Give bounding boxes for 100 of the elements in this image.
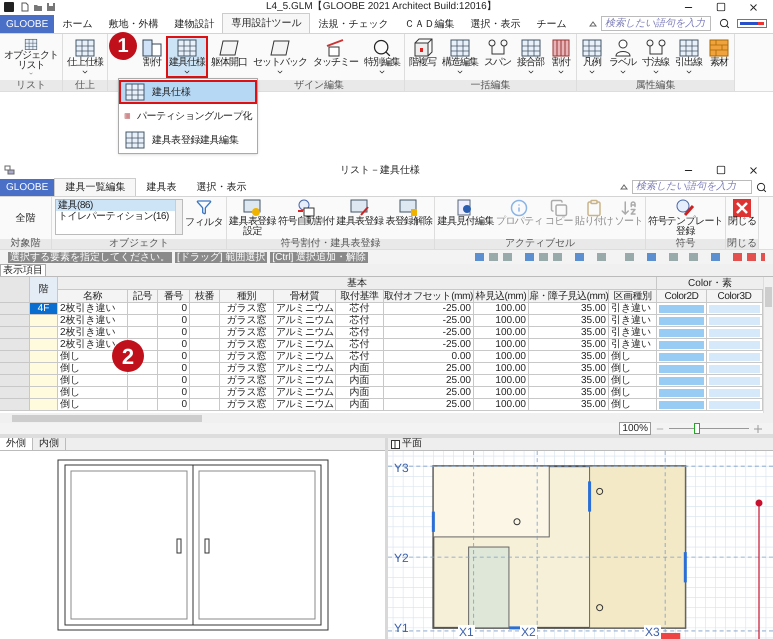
object-list-item[interactable]: トイレパーティション(16) [56, 211, 175, 222]
ribbon-button[interactable]: 表登録解除 [384, 199, 434, 227]
row-header[interactable] [0, 303, 30, 315]
object-list[interactable]: 建具(86) トイレパーティション(16) [55, 199, 183, 235]
ribbon-button[interactable]: 階複写 [406, 36, 439, 78]
row-header[interactable] [0, 315, 30, 327]
ribbon-button[interactable]: 凡例 [578, 36, 606, 78]
ribbon-button[interactable]: タッチミー [310, 36, 361, 78]
row-header[interactable] [0, 399, 30, 411]
color-swatch[interactable] [709, 377, 760, 385]
color-swatch[interactable] [659, 317, 704, 325]
maximize-icon[interactable] [716, 2, 726, 12]
row-header[interactable] [0, 363, 30, 375]
search-icon[interactable] [719, 18, 730, 29]
ribbon-button[interactable]: 構造編集 [439, 36, 481, 78]
row-header[interactable] [0, 387, 30, 399]
color-swatch[interactable] [659, 389, 704, 397]
folder-icon[interactable] [33, 2, 43, 12]
ribbon-button[interactable]: オブジェクト リスト [1, 36, 61, 78]
ribbon-tab[interactable]: ホーム [54, 15, 100, 33]
zoom-in-icon[interactable] [753, 424, 763, 434]
color-swatch[interactable] [659, 401, 704, 409]
scrollbar[interactable] [175, 200, 182, 234]
collapse-icon[interactable] [620, 184, 628, 190]
floor-cell[interactable] [30, 375, 58, 387]
maximize-icon[interactable] [716, 164, 726, 174]
row-header[interactable] [0, 375, 30, 387]
app-logo-icon[interactable] [4, 2, 14, 12]
color-swatch[interactable] [709, 365, 760, 373]
slider-thumb[interactable] [694, 423, 700, 434]
floor-cell[interactable] [30, 351, 58, 363]
row-header[interactable] [0, 351, 30, 363]
floor-cell[interactable] [30, 387, 58, 399]
view-tab[interactable]: 平面 [402, 438, 422, 450]
color-swatch[interactable] [709, 389, 760, 397]
ribbon-button[interactable]: 特別編集 [361, 36, 403, 78]
floor-cell[interactable] [30, 315, 58, 327]
view-tab[interactable]: 内側 [33, 438, 66, 450]
ribbon-button[interactable]: 建具表登録 設定 [228, 199, 278, 237]
floor-cell[interactable] [30, 399, 58, 411]
color-swatch[interactable] [709, 341, 760, 349]
zoom-slider[interactable] [669, 423, 749, 434]
ribbon-button[interactable]: 接合部 [514, 36, 547, 78]
app-tab[interactable]: GLOOBE [0, 179, 54, 196]
ribbon-button[interactable]: スパン [481, 36, 514, 78]
ribbon-tab[interactable]: 建具一覧編集 [54, 178, 136, 196]
floor-cell[interactable] [30, 339, 58, 351]
ribbon-button[interactable]: 建具見付編集 [436, 199, 495, 227]
collapse-icon[interactable] [589, 20, 597, 26]
close-icon[interactable] [748, 164, 759, 176]
search-field[interactable]: 検索したい語句を入力 [632, 180, 752, 194]
ribbon-tab[interactable]: 選択・表示 [462, 15, 528, 33]
filter-button[interactable]: フィルタ [185, 199, 223, 230]
ribbon-button[interactable]: 引出線 [672, 36, 705, 78]
color-swatch[interactable] [709, 317, 760, 325]
floor-value[interactable]: 全階 [16, 210, 36, 226]
color-swatch[interactable] [659, 353, 704, 361]
color-swatch[interactable] [709, 401, 760, 409]
close-icon[interactable] [748, 2, 759, 12]
vertical-scrollbar[interactable] [763, 277, 773, 413]
ribbon-button[interactable]: 閉じる [727, 199, 758, 227]
ribbon-tab[interactable]: 専用設計ツール [222, 13, 310, 33]
ribbon-button[interactable]: 仕上仕様 [64, 36, 106, 78]
color-swatch[interactable] [659, 305, 704, 313]
color-swatch[interactable] [709, 329, 760, 337]
color-swatch[interactable] [659, 365, 704, 373]
ribbon-button[interactable]: 建具表登録 [335, 199, 384, 227]
toolbar-icons-drawing[interactable] [475, 252, 765, 262]
ribbon-button[interactable]: 符号テンプレート 登録 [646, 199, 724, 237]
view-tab[interactable]: 外側 [0, 438, 33, 450]
floor-cell[interactable] [30, 327, 58, 339]
menu-item[interactable]: 建具仕様 [119, 80, 257, 104]
color-swatch[interactable] [659, 329, 704, 337]
ribbon-tab[interactable]: チーム [528, 15, 574, 33]
ribbon-tab[interactable]: 選択・表示 [186, 179, 256, 196]
color-swatch[interactable] [709, 305, 760, 313]
color-swatch[interactable] [709, 353, 760, 361]
floor-cell[interactable]: 4F [30, 303, 58, 315]
ribbon-tab[interactable]: 建物設計 [166, 15, 222, 33]
floor-cell[interactable] [30, 363, 58, 375]
ribbon-button[interactable]: 割付 [547, 36, 575, 78]
object-list-item[interactable]: 建具(86) [56, 200, 175, 211]
row-header[interactable] [0, 339, 30, 351]
ribbon-button[interactable]: 素材 [705, 36, 733, 78]
row-header[interactable] [0, 327, 30, 339]
color-swatch[interactable] [659, 377, 704, 385]
ribbon-tab[interactable]: 建具表 [136, 179, 186, 196]
ribbon-button[interactable]: 符号自動割付 [277, 199, 336, 227]
color-swatch[interactable] [659, 341, 704, 349]
ribbon-button[interactable]: ラベル [606, 36, 639, 78]
display-items-tab[interactable]: 表示項目 [0, 264, 46, 276]
ribbon-button[interactable]: セットバック [250, 36, 310, 78]
ribbon-button[interactable]: 躯体開口 [208, 36, 250, 78]
app-tab[interactable]: GLOOBE [0, 15, 54, 33]
ribbon-button[interactable]: 割付 [138, 36, 166, 78]
ribbon-tab[interactable]: 法規・チェック [310, 15, 396, 33]
ribbon-tab[interactable]: 敷地・外構 [100, 15, 166, 33]
ribbon-button[interactable]: 建具仕様 [166, 36, 208, 78]
horizontal-scrollbar[interactable] [0, 413, 773, 423]
new-file-icon[interactable] [20, 2, 30, 12]
